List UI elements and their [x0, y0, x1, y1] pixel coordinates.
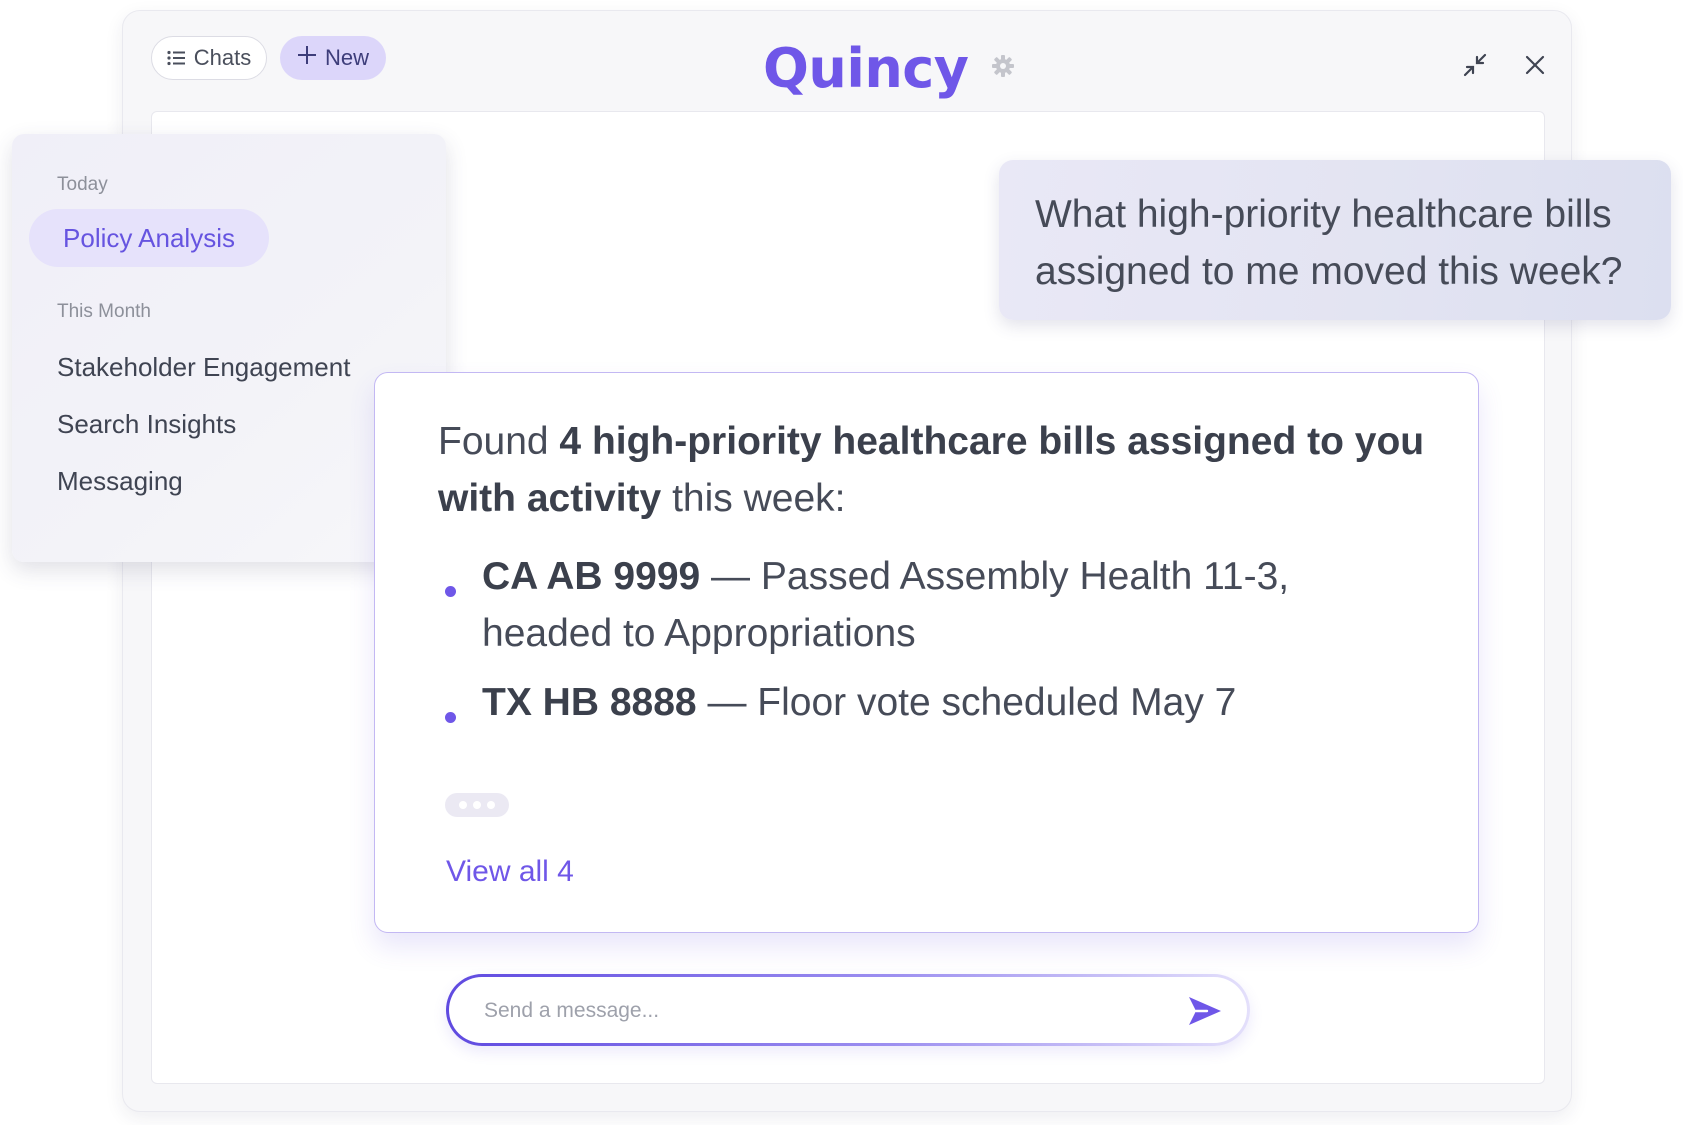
user-message-bubble: What high-priority healthcare bills assi… — [999, 160, 1671, 320]
answer-intro: Found 4 high-priority healthcare bills a… — [438, 413, 1438, 527]
send-icon[interactable] — [1187, 995, 1223, 1027]
bill-separator: — — [696, 681, 758, 724]
view-all-link[interactable]: View all 4 — [446, 855, 574, 889]
typing-dot — [459, 801, 467, 809]
bill-separator: — — [700, 555, 761, 598]
bill-item: CA AB 9999 — Passed Assembly Health 11-3… — [482, 548, 1382, 662]
bill-id: TX HB 8888 — [482, 681, 697, 724]
plus-icon — [297, 45, 317, 71]
answer-intro-highlight: 4 high-priority healthcare bills assigne… — [438, 420, 1425, 520]
typing-dot — [487, 801, 495, 809]
chats-button-label: Chats — [193, 45, 252, 70]
chats-button[interactable]: Chats — [151, 36, 267, 80]
message-input[interactable] — [482, 977, 1126, 1045]
chat-item-messaging[interactable]: Messaging — [57, 466, 183, 497]
new-chat-button-label: New — [324, 45, 369, 70]
close-icon[interactable] — [1517, 47, 1553, 83]
message-composer — [446, 974, 1250, 1046]
section-label-this-month: This Month — [57, 301, 151, 322]
typing-indicator — [445, 793, 509, 817]
answer-intro-prefix: Found — [438, 420, 560, 463]
bullet-icon — [445, 586, 456, 597]
answer-intro-suffix: this week: — [661, 477, 846, 520]
collapse-icon[interactable] — [1457, 47, 1493, 83]
chat-item-policy-analysis[interactable]: Policy Analysis — [29, 209, 269, 267]
bill-item: TX HB 8888 — Floor vote scheduled May 7 — [482, 674, 1382, 731]
chat-item-search-insights[interactable]: Search Insights — [57, 409, 236, 440]
list-icon — [167, 50, 185, 66]
gear-icon[interactable] — [991, 54, 1015, 83]
message-composer-inner — [449, 977, 1247, 1045]
chat-item-stakeholder-engagement[interactable]: Stakeholder Engagement — [57, 352, 350, 383]
brand: Quincy — [763, 33, 1015, 103]
bill-id: CA AB 9999 — [482, 555, 701, 598]
bill-status: Floor vote scheduled May 7 — [757, 681, 1237, 724]
assistant-message-card: Found 4 high-priority healthcare bills a… — [374, 372, 1479, 933]
user-message-text: What high-priority healthcare bills assi… — [1035, 193, 1623, 293]
typing-dot — [473, 801, 481, 809]
new-chat-button[interactable]: New — [280, 36, 386, 80]
stage: Chats New Quincy Today Policy Analysis T… — [0, 0, 1683, 1125]
section-label-today: Today — [57, 174, 108, 195]
bullet-icon — [445, 712, 456, 723]
app-title: Quincy — [763, 36, 969, 100]
